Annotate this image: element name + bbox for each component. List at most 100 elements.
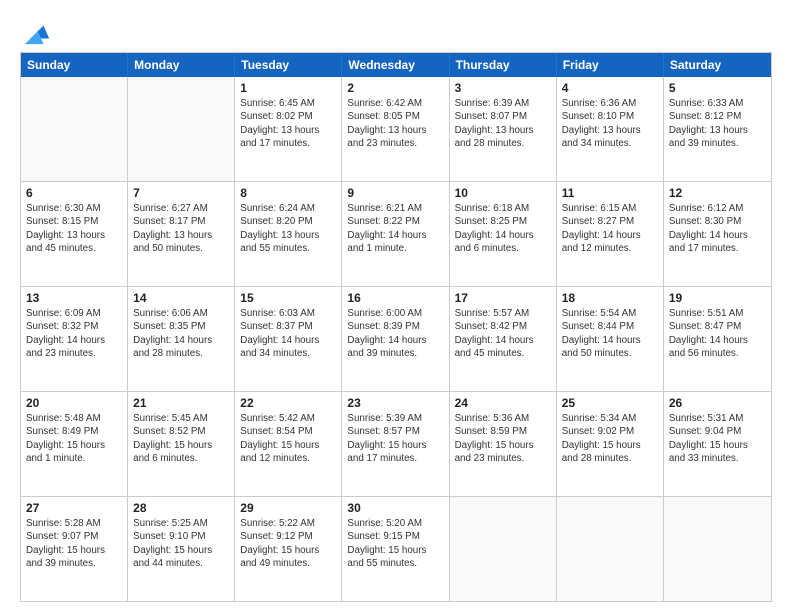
calendar-cell (21, 77, 128, 181)
day-number: 18 (562, 290, 658, 306)
calendar-cell: 4Sunrise: 6:36 AM Sunset: 8:10 PM Daylig… (557, 77, 664, 181)
day-number: 9 (347, 185, 443, 201)
calendar-cell: 26Sunrise: 5:31 AM Sunset: 9:04 PM Dayli… (664, 392, 771, 496)
calendar-cell (557, 497, 664, 601)
calendar-cell: 28Sunrise: 5:25 AM Sunset: 9:10 PM Dayli… (128, 497, 235, 601)
day-info: Sunrise: 5:57 AM Sunset: 8:42 PM Dayligh… (455, 307, 551, 360)
day-info: Sunrise: 6:09 AM Sunset: 8:32 PM Dayligh… (26, 307, 122, 360)
day-header-monday: Monday (128, 53, 235, 77)
day-number: 13 (26, 290, 122, 306)
day-info: Sunrise: 5:31 AM Sunset: 9:04 PM Dayligh… (669, 412, 766, 465)
calendar-cell: 3Sunrise: 6:39 AM Sunset: 8:07 PM Daylig… (450, 77, 557, 181)
day-number: 30 (347, 500, 443, 516)
day-header-wednesday: Wednesday (342, 53, 449, 77)
day-number: 19 (669, 290, 766, 306)
calendar-cell: 1Sunrise: 6:45 AM Sunset: 8:02 PM Daylig… (235, 77, 342, 181)
day-info: Sunrise: 5:28 AM Sunset: 9:07 PM Dayligh… (26, 517, 122, 570)
day-info: Sunrise: 6:06 AM Sunset: 8:35 PM Dayligh… (133, 307, 229, 360)
calendar-cell: 13Sunrise: 6:09 AM Sunset: 8:32 PM Dayli… (21, 287, 128, 391)
calendar-cell: 6Sunrise: 6:30 AM Sunset: 8:15 PM Daylig… (21, 182, 128, 286)
day-number: 23 (347, 395, 443, 411)
day-info: Sunrise: 6:30 AM Sunset: 8:15 PM Dayligh… (26, 202, 122, 255)
calendar-cell: 22Sunrise: 5:42 AM Sunset: 8:54 PM Dayli… (235, 392, 342, 496)
day-info: Sunrise: 6:33 AM Sunset: 8:12 PM Dayligh… (669, 97, 766, 150)
calendar-cell (128, 77, 235, 181)
calendar-cell: 8Sunrise: 6:24 AM Sunset: 8:20 PM Daylig… (235, 182, 342, 286)
day-number: 16 (347, 290, 443, 306)
day-info: Sunrise: 5:42 AM Sunset: 8:54 PM Dayligh… (240, 412, 336, 465)
day-number: 1 (240, 80, 336, 96)
day-info: Sunrise: 5:22 AM Sunset: 9:12 PM Dayligh… (240, 517, 336, 570)
day-number: 8 (240, 185, 336, 201)
day-info: Sunrise: 5:36 AM Sunset: 8:59 PM Dayligh… (455, 412, 551, 465)
day-header-friday: Friday (557, 53, 664, 77)
calendar-cell: 5Sunrise: 6:33 AM Sunset: 8:12 PM Daylig… (664, 77, 771, 181)
day-info: Sunrise: 6:27 AM Sunset: 8:17 PM Dayligh… (133, 202, 229, 255)
day-info: Sunrise: 6:03 AM Sunset: 8:37 PM Dayligh… (240, 307, 336, 360)
day-number: 4 (562, 80, 658, 96)
day-info: Sunrise: 5:54 AM Sunset: 8:44 PM Dayligh… (562, 307, 658, 360)
day-info: Sunrise: 5:51 AM Sunset: 8:47 PM Dayligh… (669, 307, 766, 360)
day-header-saturday: Saturday (664, 53, 771, 77)
calendar-week-3: 13Sunrise: 6:09 AM Sunset: 8:32 PM Dayli… (21, 286, 771, 391)
day-number: 29 (240, 500, 336, 516)
calendar-cell: 27Sunrise: 5:28 AM Sunset: 9:07 PM Dayli… (21, 497, 128, 601)
day-number: 2 (347, 80, 443, 96)
calendar-cell: 30Sunrise: 5:20 AM Sunset: 9:15 PM Dayli… (342, 497, 449, 601)
calendar-cell: 15Sunrise: 6:03 AM Sunset: 8:37 PM Dayli… (235, 287, 342, 391)
day-info: Sunrise: 5:48 AM Sunset: 8:49 PM Dayligh… (26, 412, 122, 465)
day-number: 5 (669, 80, 766, 96)
calendar-cell: 2Sunrise: 6:42 AM Sunset: 8:05 PM Daylig… (342, 77, 449, 181)
day-info: Sunrise: 6:39 AM Sunset: 8:07 PM Dayligh… (455, 97, 551, 150)
day-number: 20 (26, 395, 122, 411)
logo (20, 18, 51, 42)
calendar-cell: 19Sunrise: 5:51 AM Sunset: 8:47 PM Dayli… (664, 287, 771, 391)
calendar-cell: 17Sunrise: 5:57 AM Sunset: 8:42 PM Dayli… (450, 287, 557, 391)
day-header-tuesday: Tuesday (235, 53, 342, 77)
day-info: Sunrise: 6:36 AM Sunset: 8:10 PM Dayligh… (562, 97, 658, 150)
day-number: 25 (562, 395, 658, 411)
day-number: 15 (240, 290, 336, 306)
calendar-cell: 21Sunrise: 5:45 AM Sunset: 8:52 PM Dayli… (128, 392, 235, 496)
calendar-cell: 24Sunrise: 5:36 AM Sunset: 8:59 PM Dayli… (450, 392, 557, 496)
day-info: Sunrise: 6:18 AM Sunset: 8:25 PM Dayligh… (455, 202, 551, 255)
calendar-week-1: 1Sunrise: 6:45 AM Sunset: 8:02 PM Daylig… (21, 77, 771, 181)
day-info: Sunrise: 6:12 AM Sunset: 8:30 PM Dayligh… (669, 202, 766, 255)
day-info: Sunrise: 6:24 AM Sunset: 8:20 PM Dayligh… (240, 202, 336, 255)
day-number: 17 (455, 290, 551, 306)
calendar-cell: 29Sunrise: 5:22 AM Sunset: 9:12 PM Dayli… (235, 497, 342, 601)
day-number: 12 (669, 185, 766, 201)
day-info: Sunrise: 5:25 AM Sunset: 9:10 PM Dayligh… (133, 517, 229, 570)
day-number: 3 (455, 80, 551, 96)
calendar-cell: 16Sunrise: 6:00 AM Sunset: 8:39 PM Dayli… (342, 287, 449, 391)
day-info: Sunrise: 6:45 AM Sunset: 8:02 PM Dayligh… (240, 97, 336, 150)
day-number: 21 (133, 395, 229, 411)
day-header-thursday: Thursday (450, 53, 557, 77)
day-info: Sunrise: 6:42 AM Sunset: 8:05 PM Dayligh… (347, 97, 443, 150)
calendar-cell: 12Sunrise: 6:12 AM Sunset: 8:30 PM Dayli… (664, 182, 771, 286)
day-header-sunday: Sunday (21, 53, 128, 77)
calendar-cell: 9Sunrise: 6:21 AM Sunset: 8:22 PM Daylig… (342, 182, 449, 286)
calendar-cell: 10Sunrise: 6:18 AM Sunset: 8:25 PM Dayli… (450, 182, 557, 286)
page: SundayMondayTuesdayWednesdayThursdayFrid… (0, 0, 792, 612)
calendar-body: 1Sunrise: 6:45 AM Sunset: 8:02 PM Daylig… (21, 77, 771, 601)
calendar-cell: 18Sunrise: 5:54 AM Sunset: 8:44 PM Dayli… (557, 287, 664, 391)
day-info: Sunrise: 5:39 AM Sunset: 8:57 PM Dayligh… (347, 412, 443, 465)
day-number: 26 (669, 395, 766, 411)
day-number: 11 (562, 185, 658, 201)
logo-icon (23, 18, 51, 46)
calendar-cell: 25Sunrise: 5:34 AM Sunset: 9:02 PM Dayli… (557, 392, 664, 496)
day-number: 14 (133, 290, 229, 306)
calendar-cell (664, 497, 771, 601)
calendar-cell (450, 497, 557, 601)
calendar-week-4: 20Sunrise: 5:48 AM Sunset: 8:49 PM Dayli… (21, 391, 771, 496)
day-number: 28 (133, 500, 229, 516)
calendar-cell: 23Sunrise: 5:39 AM Sunset: 8:57 PM Dayli… (342, 392, 449, 496)
calendar-cell: 11Sunrise: 6:15 AM Sunset: 8:27 PM Dayli… (557, 182, 664, 286)
calendar: SundayMondayTuesdayWednesdayThursdayFrid… (20, 52, 772, 602)
day-info: Sunrise: 5:45 AM Sunset: 8:52 PM Dayligh… (133, 412, 229, 465)
day-info: Sunrise: 6:00 AM Sunset: 8:39 PM Dayligh… (347, 307, 443, 360)
day-number: 6 (26, 185, 122, 201)
day-number: 7 (133, 185, 229, 201)
day-info: Sunrise: 5:20 AM Sunset: 9:15 PM Dayligh… (347, 517, 443, 570)
